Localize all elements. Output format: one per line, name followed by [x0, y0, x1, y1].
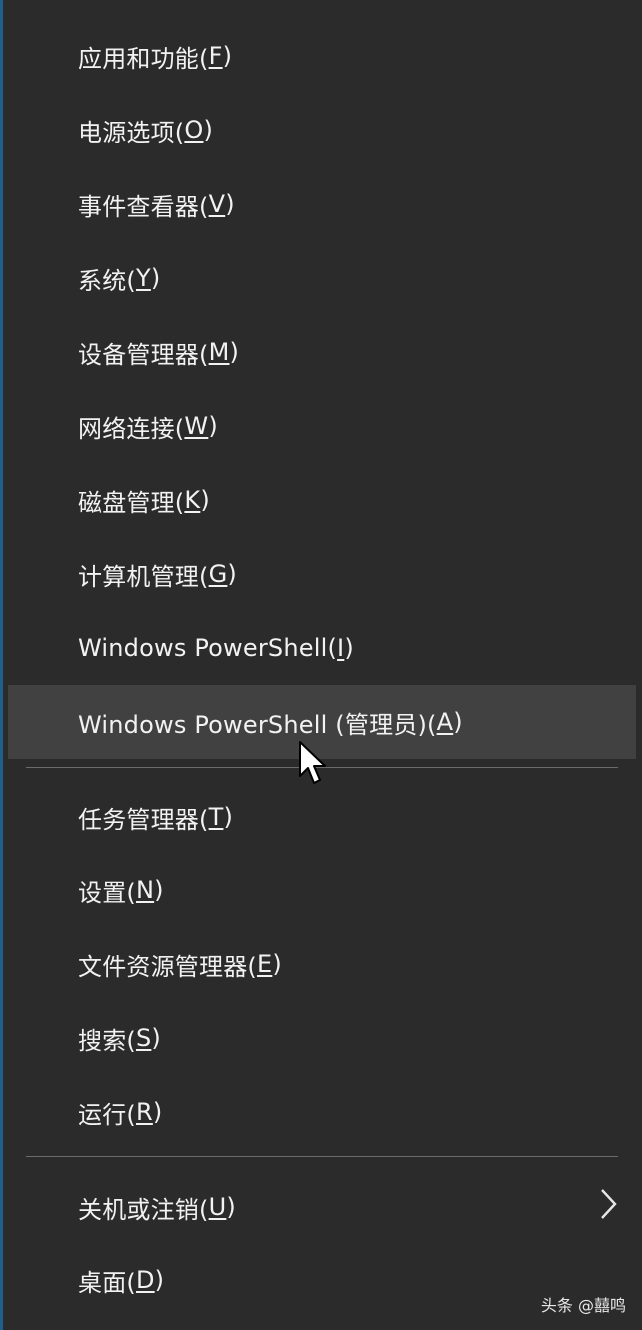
menu-item-label: Windows PowerShell(	[78, 634, 338, 662]
menu-item-label-close: )	[154, 876, 164, 904]
menu-item-label: 计算机管理(	[78, 562, 209, 591]
menu-separator	[26, 1156, 618, 1157]
menu-item-label: 关机或注销(	[78, 1195, 209, 1224]
menu-item-file-explorer[interactable]: 文件资源管理器(E)	[8, 935, 636, 993]
menu-item-label: 事件查看器(	[78, 192, 209, 221]
menu-item-label-close: )	[226, 1193, 236, 1221]
chevron-right-icon	[601, 1189, 617, 1219]
access-key: S	[135, 1024, 152, 1052]
menu-item-label: 任务管理器(	[78, 805, 209, 834]
menu-item-disk-management[interactable]: 磁盘管理(K)	[8, 471, 636, 529]
access-key: G	[208, 560, 228, 588]
menu-item-label-close: )	[208, 412, 218, 440]
window-edge	[0, 0, 3, 1330]
menu-item-search[interactable]: 搜索(S)	[8, 1009, 636, 1067]
menu-item-label-close: )	[225, 190, 235, 218]
access-key: K	[184, 486, 201, 514]
menu-item-label-close: )	[154, 1266, 165, 1294]
menu-item-label: 桌面(	[78, 1268, 136, 1297]
menu-item-label: 运行(	[78, 1100, 136, 1129]
access-key: E	[256, 950, 273, 978]
access-key: N	[135, 876, 155, 904]
menu-item-label-close: )	[344, 634, 354, 662]
access-key: W	[184, 412, 209, 440]
menu-item-label-close: )	[272, 950, 282, 978]
menu-item-label-close: )	[152, 1098, 163, 1126]
menu-item-computer-management[interactable]: 计算机管理(G)	[8, 545, 636, 603]
menu-item-label-close: )	[200, 486, 210, 514]
menu-item-apps-features[interactable]: 应用和功能(F)	[8, 27, 636, 85]
menu-item-label: 设置(	[78, 878, 136, 907]
menu-item-windows-powershell[interactable]: Windows PowerShell(I)	[8, 619, 636, 677]
menu-item-label: 文件资源管理器(	[78, 952, 257, 981]
access-key: O	[184, 116, 204, 144]
menu-item-task-manager[interactable]: 任务管理器(T)	[8, 788, 636, 846]
access-key: Y	[135, 264, 151, 292]
access-key: I	[337, 634, 345, 662]
menu-item-power-options[interactable]: 电源选项(O)	[8, 101, 636, 159]
menu-item-label-close: )	[227, 560, 237, 588]
menu-item-system[interactable]: 系统(Y)	[8, 249, 636, 307]
menu-item-run[interactable]: 运行(R)	[8, 1083, 636, 1141]
access-key: R	[135, 1098, 153, 1126]
menu-item-label: 网络连接(	[78, 414, 185, 443]
menu-item-label: Windows PowerShell (管理员)(	[78, 710, 437, 739]
menu-item-label: 系统(	[78, 266, 136, 295]
access-key: T	[208, 803, 224, 831]
access-key: A	[436, 708, 454, 736]
menu-item-settings[interactable]: 设置(N)	[8, 861, 636, 919]
menu-item-label: 磁盘管理(	[78, 488, 185, 517]
access-key: U	[208, 1193, 227, 1221]
menu-item-label-close: )	[453, 708, 463, 736]
menu-item-shutdown-signout[interactable]: 关机或注销(U)	[8, 1178, 636, 1236]
menu-item-label: 搜索(	[78, 1026, 136, 1055]
access-key: M	[208, 338, 230, 366]
access-key: F	[208, 42, 223, 70]
winx-context-menu: 应用和功能(F) 电源选项(O) 事件查看器(V) 系统(Y) 设备管理器(M)…	[0, 0, 642, 1330]
menu-item-network-connections[interactable]: 网络连接(W)	[8, 397, 636, 455]
menu-item-label: 设备管理器(	[78, 340, 209, 369]
access-key: D	[135, 1266, 155, 1294]
menu-item-label-close: )	[222, 42, 233, 70]
menu-item-label: 电源选项(	[78, 118, 185, 147]
menu-item-label-close: )	[150, 264, 161, 292]
menu-item-device-manager[interactable]: 设备管理器(M)	[8, 323, 636, 381]
watermark: 头条 @囍鸣	[540, 1296, 626, 1315]
access-key: V	[208, 190, 226, 218]
menu-item-label-close: )	[203, 116, 214, 144]
mouse-cursor-icon	[299, 741, 326, 784]
menu-item-label-close: )	[151, 1024, 161, 1052]
menu-item-label: 应用和功能(	[78, 44, 209, 73]
menu-item-label-close: )	[229, 338, 240, 366]
menu-item-label-close: )	[223, 803, 234, 831]
menu-item-event-viewer[interactable]: 事件查看器(V)	[8, 175, 636, 233]
